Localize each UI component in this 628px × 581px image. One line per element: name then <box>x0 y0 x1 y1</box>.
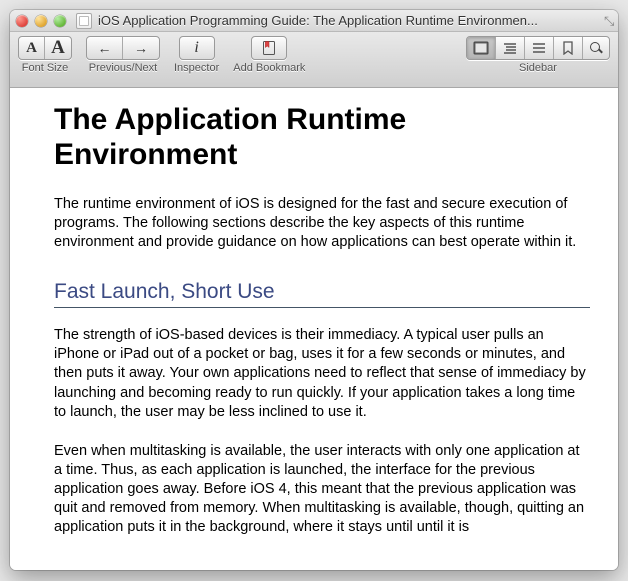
prev-next-group: ← → Previous/Next <box>86 36 160 74</box>
sidebar-contents-button[interactable] <box>496 37 525 59</box>
contents-icon <box>502 41 518 55</box>
inspector-button[interactable]: i <box>180 37 214 59</box>
toolbar: A A Font Size ← → Previous/Next i Inspec… <box>10 32 618 88</box>
bookmark-group: Add Bookmark <box>233 36 305 74</box>
info-icon: i <box>194 39 198 57</box>
prev-next-label: Previous/Next <box>89 62 157 74</box>
sidebar-bookmarks-button[interactable] <box>554 37 583 59</box>
body-paragraph-1: The strength of iOS-based devices is the… <box>54 326 590 422</box>
inspector-segment: i <box>179 36 215 60</box>
bookmark-label: Add Bookmark <box>233 62 305 74</box>
big-a-icon: A <box>51 37 65 59</box>
sidebar-hide-icon <box>473 41 489 55</box>
font-increase-button[interactable]: A <box>45 37 71 59</box>
sidebar-thumbnails-button[interactable] <box>525 37 554 59</box>
sidebar-segment <box>466 36 610 60</box>
font-size-label: Font Size <box>22 62 68 74</box>
sidebar-search-button[interactable] <box>583 37 609 59</box>
traffic-lights <box>16 15 66 27</box>
prev-next-segment: ← → <box>86 36 160 60</box>
page-title: The Application Runtime Environment <box>54 102 590 173</box>
window-title: iOS Application Programming Guide: The A… <box>98 13 612 28</box>
bookmark-icon <box>261 40 277 56</box>
small-a-icon: A <box>26 40 37 57</box>
search-icon <box>589 41 603 55</box>
proxy-icon[interactable] <box>76 13 92 29</box>
titlebar[interactable]: iOS Application Programming Guide: The A… <box>10 10 618 32</box>
document-viewport[interactable]: The Application Runtime Environment The … <box>10 88 618 570</box>
intro-paragraph: The runtime environment of iOS is design… <box>54 195 590 252</box>
body-paragraph-2: Even when multitasking is available, the… <box>54 442 590 538</box>
section-heading: Fast Launch, Short Use <box>54 280 590 308</box>
sidebar-group: Sidebar <box>466 36 610 74</box>
bookmarks-list-icon <box>560 41 576 55</box>
sidebar-hide-button[interactable] <box>467 37 496 59</box>
sidebar-label: Sidebar <box>519 62 557 74</box>
inspector-group: i Inspector <box>174 36 219 74</box>
arrow-right-icon: → <box>134 40 148 56</box>
thumbnails-icon <box>531 41 547 55</box>
app-window: iOS Application Programming Guide: The A… <box>10 10 618 570</box>
inspector-label: Inspector <box>174 62 219 74</box>
font-size-group: A A Font Size <box>18 36 72 74</box>
font-size-segment: A A <box>18 36 72 60</box>
arrow-left-icon: ← <box>98 40 112 56</box>
close-button[interactable] <box>16 15 28 27</box>
next-button[interactable]: → <box>123 37 159 59</box>
font-decrease-button[interactable]: A <box>19 37 45 59</box>
previous-button[interactable]: ← <box>87 37 123 59</box>
zoom-button[interactable] <box>54 15 66 27</box>
minimize-button[interactable] <box>35 15 47 27</box>
add-bookmark-button[interactable] <box>252 37 286 59</box>
resize-icon: ⤢ <box>601 16 617 26</box>
bookmark-segment <box>251 36 287 60</box>
